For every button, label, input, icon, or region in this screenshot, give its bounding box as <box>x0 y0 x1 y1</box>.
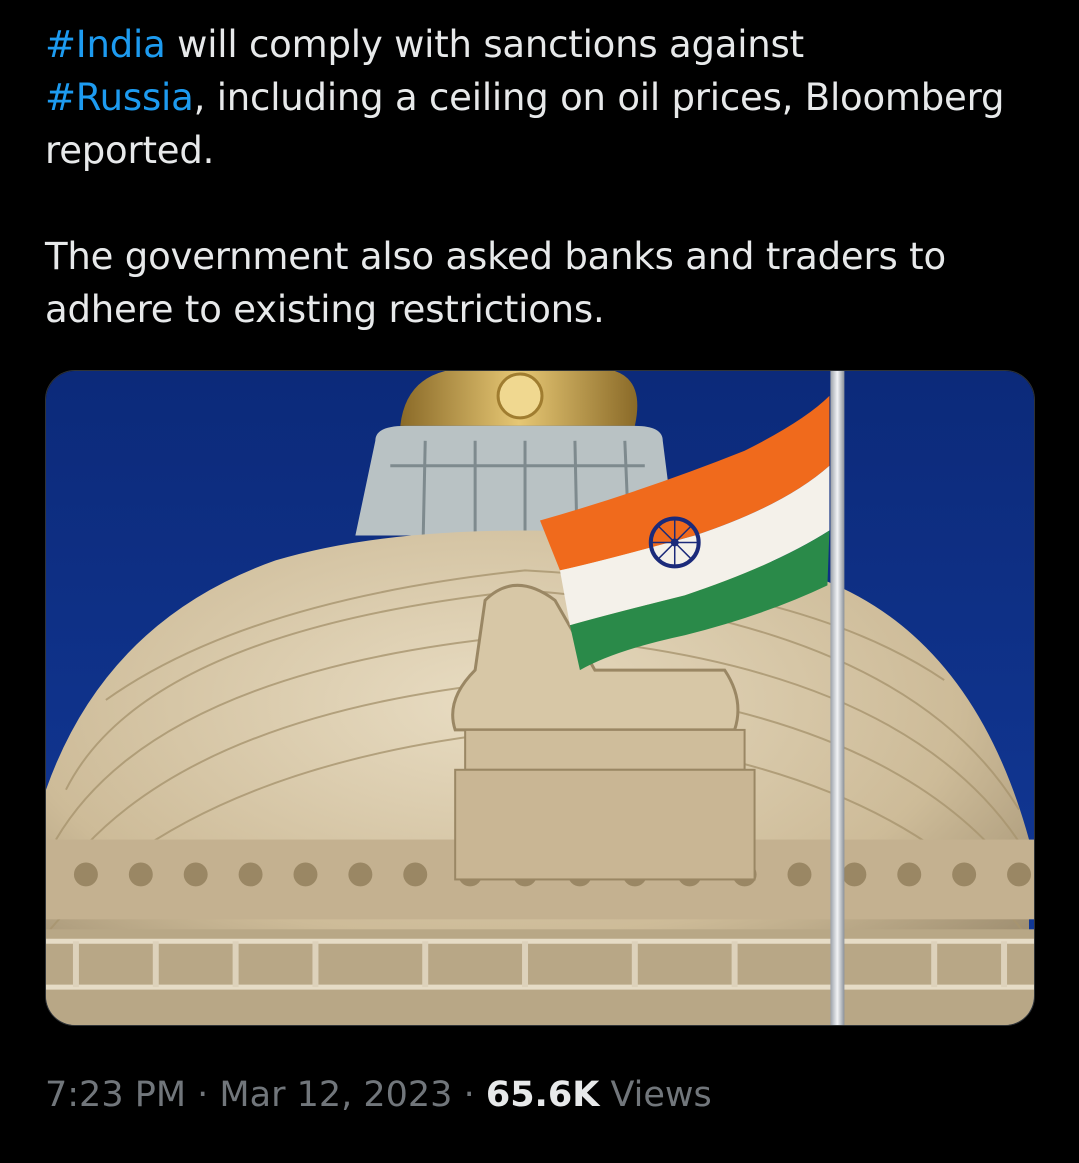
hashtag-india-link[interactable]: #India <box>45 23 166 66</box>
tweet-text-segment: will comply with sanctions against <box>165 23 804 66</box>
tweet-metadata: 7:23 PM · Mar 12, 2023 · 65.6K Views <box>45 1072 712 1118</box>
separator-dot: · <box>186 1075 220 1115</box>
views-label[interactable]: Views <box>599 1075 711 1115</box>
tweet-text: #India will comply with sanctions agains… <box>45 18 1045 336</box>
tweet-time[interactable]: 7:23 PM <box>45 1075 186 1115</box>
tweet-paragraph-1: #India will comply with sanctions agains… <box>45 18 1045 177</box>
views-count[interactable]: 65.6K <box>486 1075 599 1115</box>
tweet-photo[interactable] <box>45 370 1035 1026</box>
hashtag-russia-link[interactable]: #Russia <box>45 76 194 119</box>
photo-image <box>46 371 1034 1025</box>
tweet-paragraph-2: The government also asked banks and trad… <box>45 235 946 331</box>
separator-dot: · <box>452 1075 486 1115</box>
tweet-date[interactable]: Mar 12, 2023 <box>219 1075 452 1115</box>
